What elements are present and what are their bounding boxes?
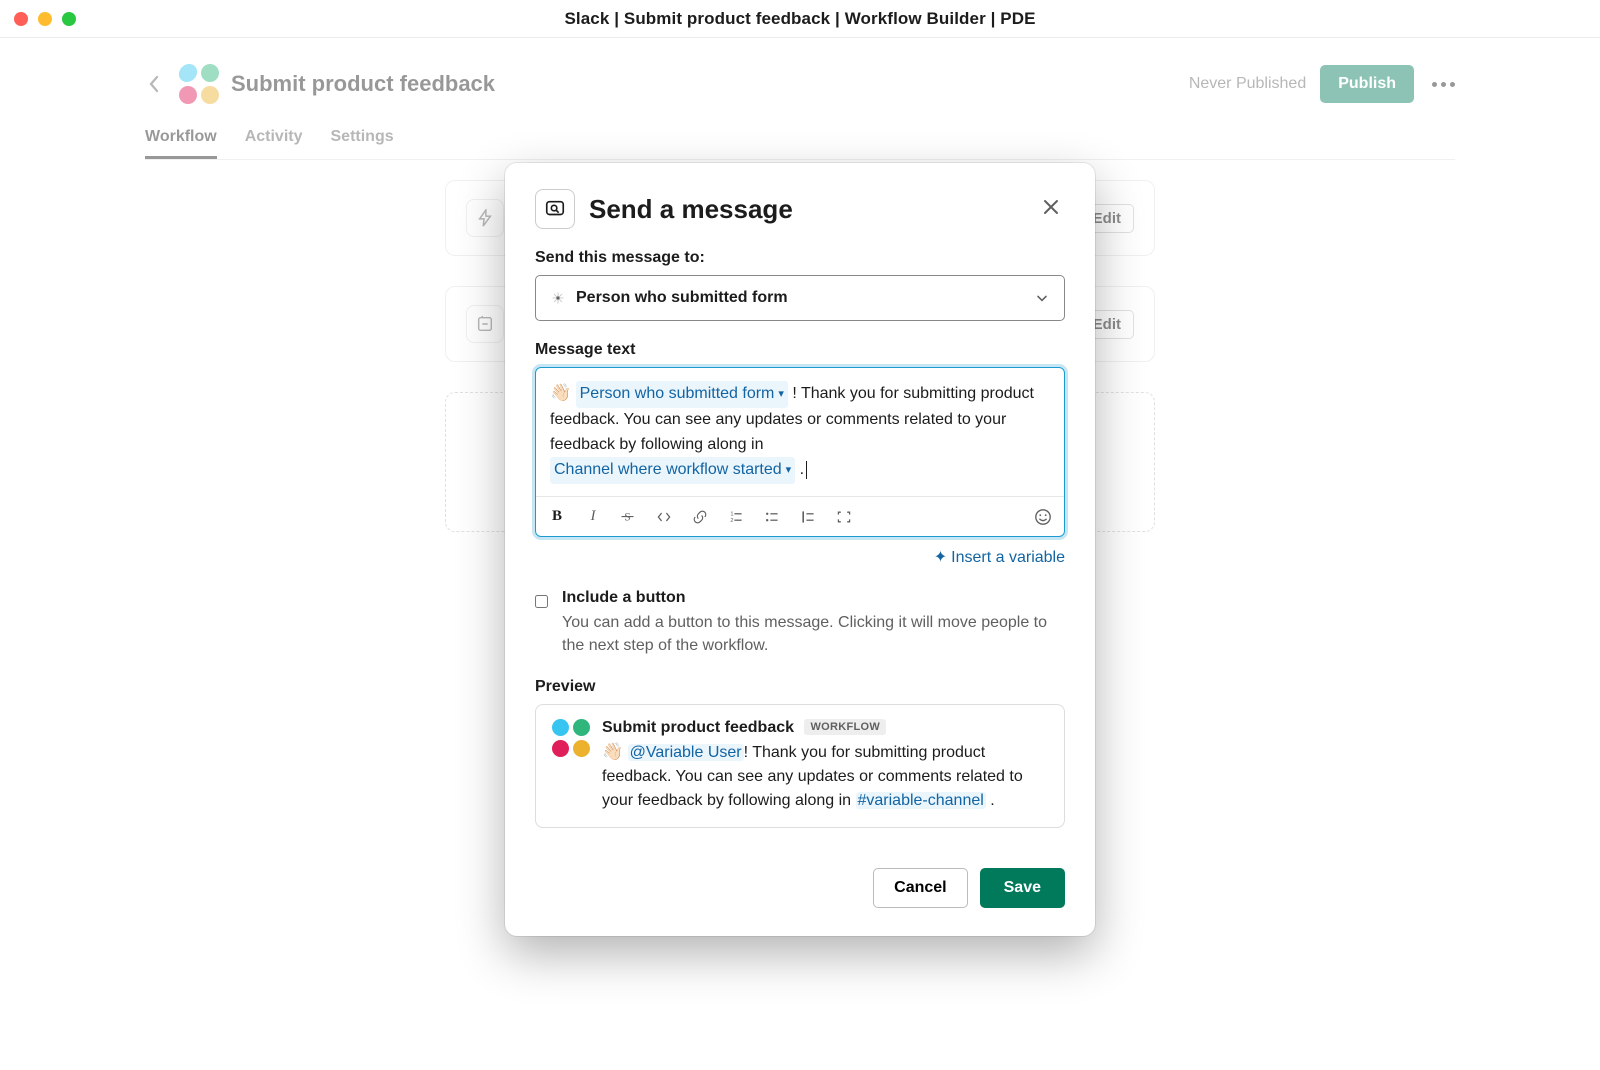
sparkle-icon — [550, 290, 566, 306]
variable-chip-channel[interactable]: Channel where workflow started ▾ — [550, 457, 795, 484]
bold-icon[interactable]: B — [548, 508, 566, 525]
chevron-down-icon: ▾ — [778, 386, 784, 403]
preview-box: Submit product feedback WORKFLOW 👋🏻 @Var… — [535, 704, 1065, 828]
send-message-modal: Send a message Send this message to: Per… — [505, 163, 1095, 936]
blockquote-icon[interactable] — [800, 509, 818, 525]
titlebar: Slack | Submit product feedback | Workfl… — [0, 0, 1600, 38]
include-button-label: Include a button — [562, 589, 1065, 607]
ordered-list-icon[interactable]: 12 — [728, 509, 746, 525]
preview-title: Submit product feedback — [602, 719, 794, 736]
svg-text:S: S — [624, 511, 630, 523]
sparkle-icon: ✦ — [934, 549, 947, 566]
wave-emoji-icon: 👋🏻 — [602, 742, 623, 761]
code-block-icon[interactable] — [836, 509, 854, 525]
include-button-checkbox[interactable] — [535, 594, 548, 609]
workflow-badge: WORKFLOW — [804, 719, 886, 735]
cancel-button[interactable]: Cancel — [873, 868, 967, 908]
chevron-down-icon — [1034, 290, 1050, 306]
strikethrough-icon[interactable]: S — [620, 509, 638, 524]
link-icon[interactable] — [692, 509, 710, 525]
editor-toolbar: B I S 12 — [536, 496, 1064, 536]
zoom-window-icon[interactable] — [62, 12, 76, 26]
modal-title: Send a message — [589, 194, 793, 225]
modal-overlay: Send a message Send this message to: Per… — [0, 38, 1600, 1070]
workflow-avatar-icon — [552, 719, 590, 757]
close-window-icon[interactable] — [14, 12, 28, 26]
message-body[interactable]: 👋🏻 Person who submitted form ▾ ! Thank y… — [536, 368, 1064, 496]
include-button-desc: You can add a button to this message. Cl… — [562, 611, 1065, 657]
user-mention: @Variable User — [628, 744, 744, 761]
message-text-label: Message text — [535, 341, 1065, 359]
window-title: Slack | Submit product feedback | Workfl… — [0, 9, 1600, 29]
svg-text:1: 1 — [730, 511, 733, 517]
send-to-value: Person who submitted form — [576, 289, 788, 307]
channel-reference: #variable-channel — [856, 792, 986, 809]
minimize-window-icon[interactable] — [38, 12, 52, 26]
insert-variable-label: Insert a variable — [951, 549, 1065, 566]
send-to-select[interactable]: Person who submitted form — [535, 275, 1065, 321]
chevron-down-icon: ▾ — [786, 462, 792, 479]
message-search-icon — [535, 189, 575, 229]
code-icon[interactable] — [656, 509, 674, 525]
italic-icon[interactable]: I — [584, 508, 602, 525]
close-icon[interactable] — [1041, 197, 1065, 221]
variable-chip-label: Person who submitted form — [580, 382, 775, 407]
emoji-icon[interactable] — [1034, 508, 1052, 526]
window-controls — [14, 12, 76, 26]
bullet-list-icon[interactable] — [764, 509, 782, 525]
message-editor[interactable]: 👋🏻 Person who submitted form ▾ ! Thank y… — [535, 367, 1065, 537]
preview-tail: . — [986, 792, 995, 809]
insert-variable-link[interactable]: ✦Insert a variable — [934, 549, 1065, 566]
save-button[interactable]: Save — [980, 868, 1065, 908]
send-to-label: Send this message to: — [535, 249, 1065, 267]
message-text-tail: . — [795, 461, 804, 478]
text-cursor — [806, 461, 807, 479]
variable-chip-person[interactable]: Person who submitted form ▾ — [576, 381, 788, 408]
preview-label: Preview — [535, 678, 1065, 696]
preview-text: 👋🏻 @Variable User! Thank you for submitt… — [602, 739, 1048, 813]
variable-chip-label: Channel where workflow started — [554, 458, 782, 483]
wave-emoji-icon: 👋🏻 — [550, 383, 571, 402]
svg-text:2: 2 — [730, 517, 733, 523]
